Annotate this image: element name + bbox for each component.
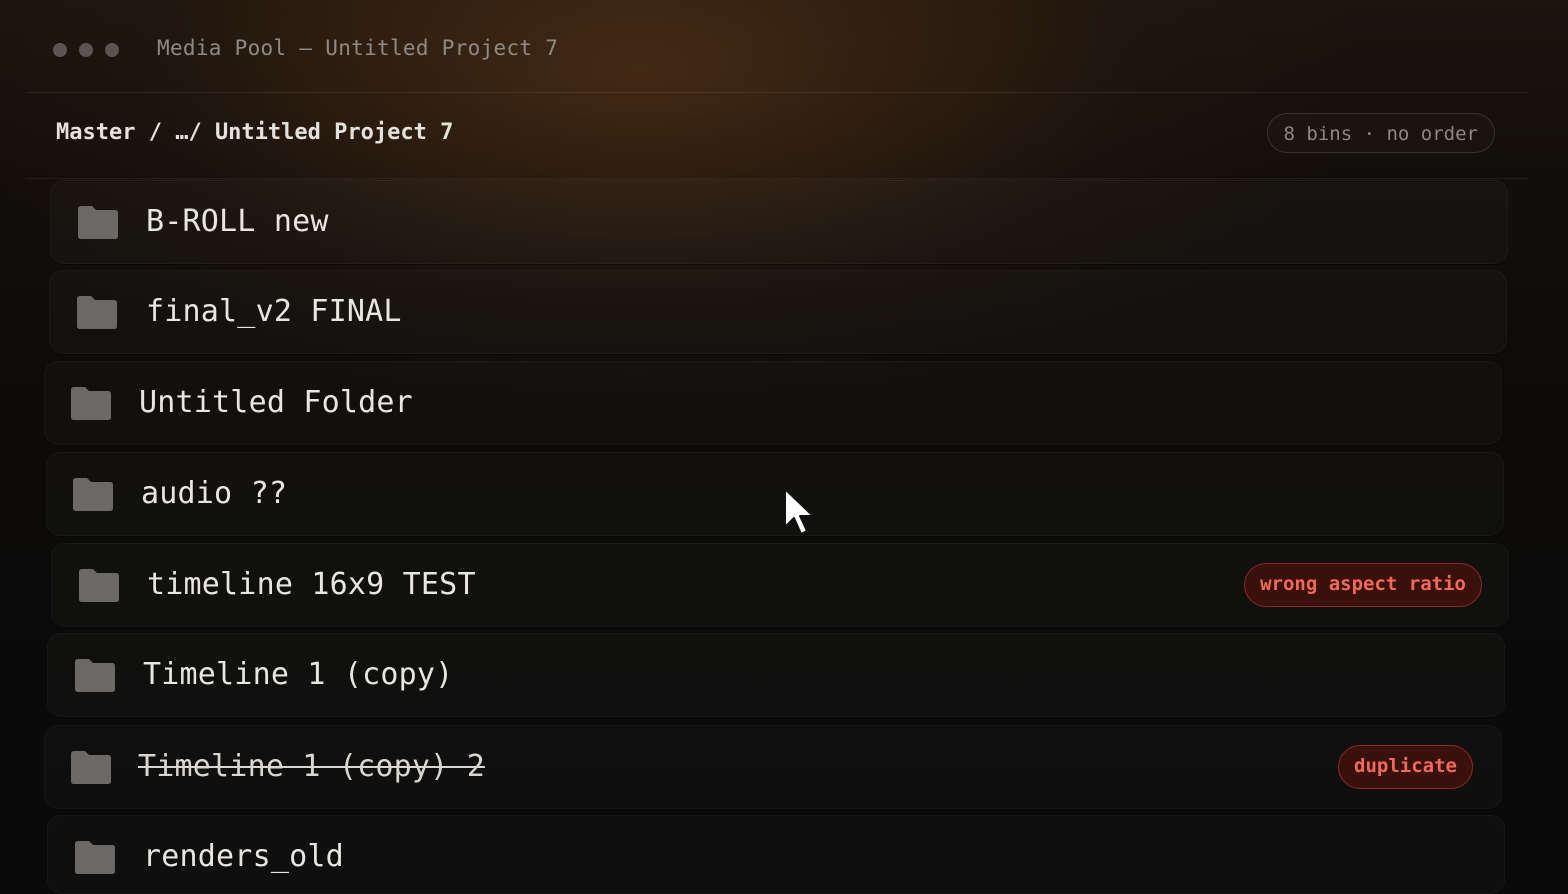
bin-name: final_v2 FINAL [146, 294, 402, 329]
folder-icon [76, 567, 122, 603]
bin-row[interactable]: Timeline 1 (copy) 2 duplicate [44, 725, 1502, 809]
folder-icon [68, 749, 114, 785]
folder-icon [75, 204, 121, 240]
bin-list: B-ROLL new final_v2 FINAL Untitled Folde… [0, 0, 1568, 894]
bin-row[interactable]: B-ROLL new [50, 180, 1508, 264]
bin-name: Untitled Folder [139, 385, 413, 420]
bin-row[interactable]: Untitled Folder [44, 361, 1502, 445]
bin-name: timeline 16x9 TEST [147, 567, 476, 602]
bin-row[interactable]: final_v2 FINAL [49, 270, 1507, 354]
bin-row[interactable]: audio ?? [46, 452, 1504, 536]
bin-name: Timeline 1 (copy) 2 [138, 749, 485, 784]
bin-name: audio ?? [141, 476, 288, 511]
aspect-ratio-warning-tag: wrong aspect ratio [1244, 563, 1482, 607]
bin-name: renders_old [143, 839, 344, 874]
duplicate-tag: duplicate [1338, 745, 1473, 789]
bin-name: B-ROLL new [146, 204, 329, 239]
bin-row[interactable]: renders_old [47, 815, 1505, 894]
folder-icon [72, 657, 118, 693]
folder-icon [68, 385, 114, 421]
bin-name: Timeline 1 (copy) [143, 657, 454, 692]
folder-icon [72, 839, 118, 875]
bin-row[interactable]: timeline 16x9 TEST wrong aspect ratio [51, 543, 1509, 627]
folder-icon [70, 476, 116, 512]
folder-icon [74, 294, 120, 330]
mouse-pointer-icon [783, 487, 817, 537]
bin-row[interactable]: Timeline 1 (copy) [47, 633, 1505, 717]
